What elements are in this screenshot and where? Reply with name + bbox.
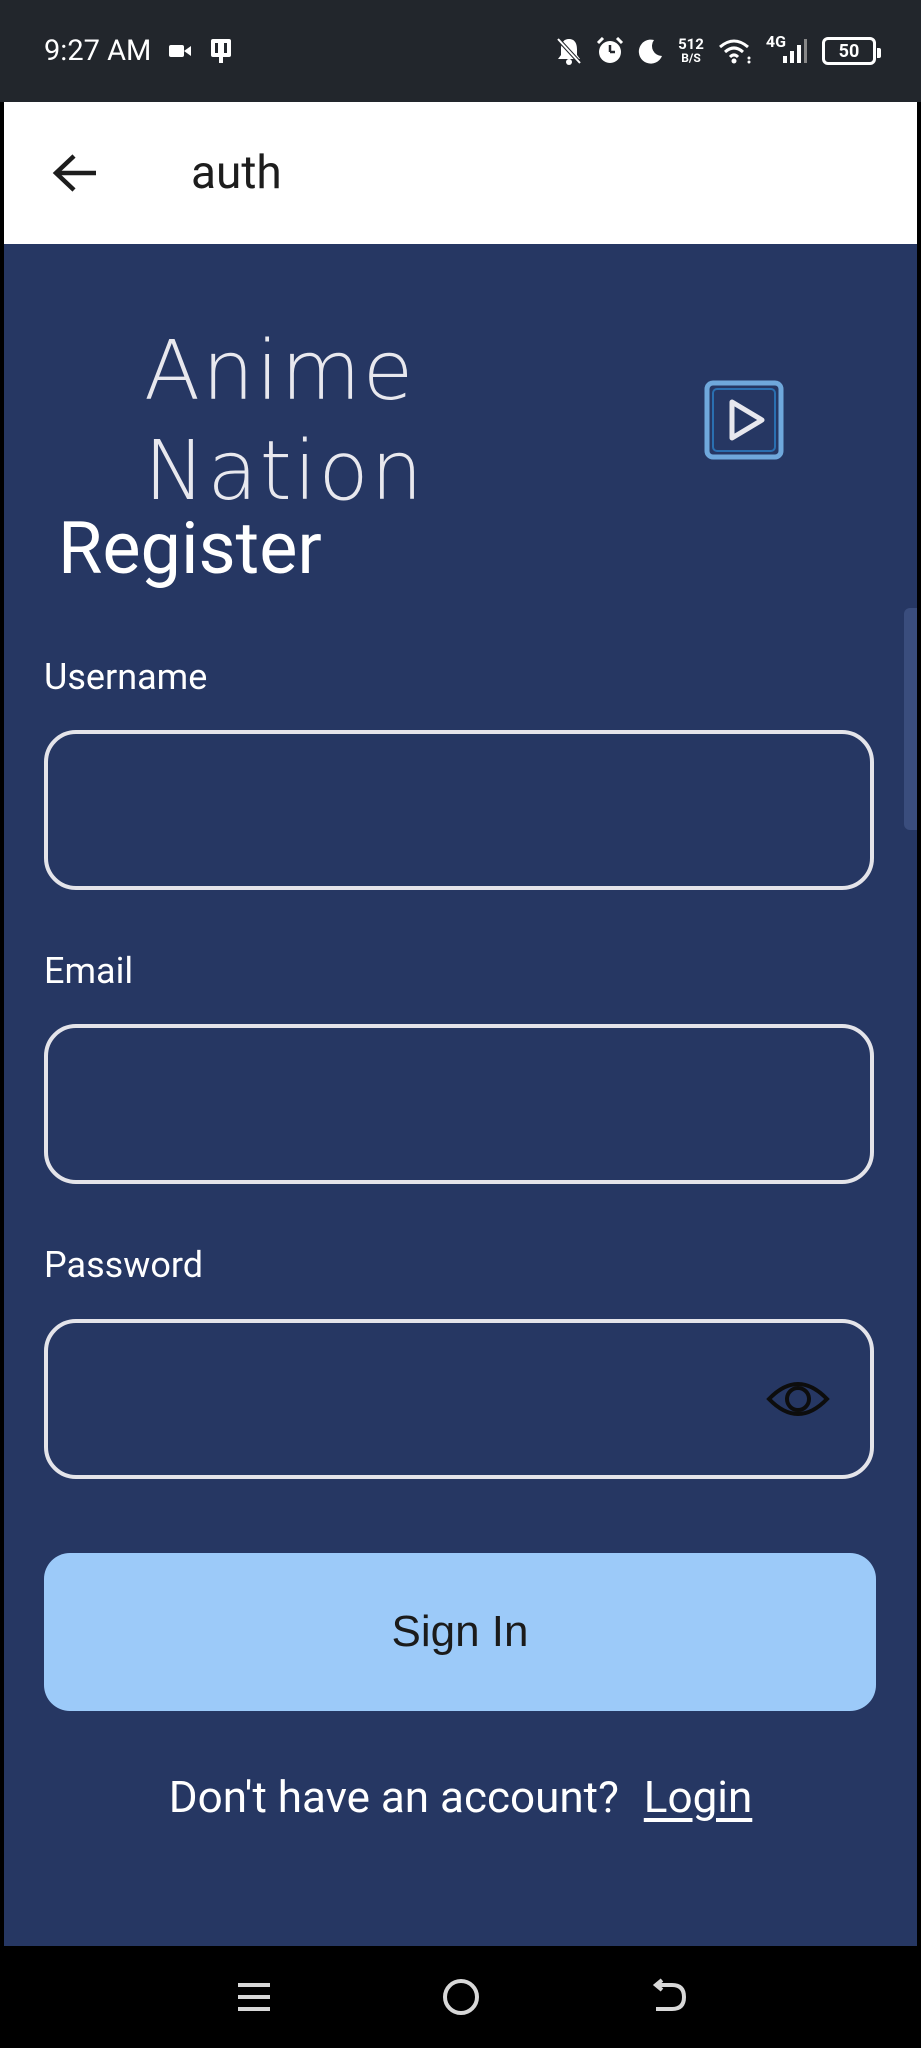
status-bar: 9:27 AM 512 B/S 4G 50 xyxy=(0,0,921,102)
status-left: 9:27 AM xyxy=(44,34,233,68)
signal-bars-icon xyxy=(782,38,808,64)
app-bar: auth xyxy=(4,102,917,244)
alarm-icon xyxy=(596,37,624,65)
home-circle-icon xyxy=(442,1979,479,2015)
moon-icon xyxy=(638,38,664,64)
recent-apps-button[interactable] xyxy=(214,1957,294,2037)
password-field[interactable] xyxy=(44,1319,874,1479)
status-right: 512 B/S 4G 50 xyxy=(556,32,881,66)
sign-in-button[interactable]: Sign In xyxy=(44,1553,876,1711)
back-nav-button[interactable] xyxy=(628,1957,708,2037)
back-nav-icon xyxy=(652,1978,686,2011)
username-label: Username xyxy=(44,656,208,698)
username-input[interactable] xyxy=(48,734,870,886)
scrollbar-thumb[interactable] xyxy=(904,608,917,830)
back-button[interactable] xyxy=(4,102,154,244)
screen-cast-icon xyxy=(209,38,233,64)
login-link[interactable]: Login xyxy=(644,1771,753,1823)
play-icon xyxy=(704,380,784,464)
eye-icon xyxy=(766,1382,830,1416)
network-speed-value: 512 xyxy=(678,35,704,53)
status-time: 9:27 AM xyxy=(44,34,152,68)
network-speed: 512 B/S xyxy=(678,35,704,66)
username-field[interactable] xyxy=(44,730,874,890)
logo-text: Anime Nation xyxy=(144,324,425,519)
toggle-password-visibility-button[interactable] xyxy=(766,1375,830,1423)
video-camera-icon xyxy=(169,43,192,59)
register-screen: Anime Nation Register Username Email Pas… xyxy=(4,244,917,1946)
email-field[interactable] xyxy=(44,1024,874,1184)
network-speed-unit: B/S xyxy=(681,51,701,65)
battery-indicator: 50 xyxy=(822,37,881,65)
wifi-icon xyxy=(718,38,752,64)
switch-auth-row: Don't have an account? Login xyxy=(4,1771,917,1823)
notifications-off-icon xyxy=(556,37,582,65)
email-label: Email xyxy=(44,950,134,992)
password-input[interactable] xyxy=(48,1323,870,1475)
arrow-left-icon xyxy=(52,153,98,193)
email-input[interactable] xyxy=(48,1028,870,1180)
brand-logo: Anime Nation xyxy=(144,324,784,519)
home-button[interactable] xyxy=(421,1957,501,2037)
cellular-signal: 4G xyxy=(766,32,808,64)
password-label: Password xyxy=(44,1244,204,1286)
switch-prompt: Don't have an account? xyxy=(168,1771,619,1823)
menu-icon xyxy=(237,1983,270,2011)
page-title: Register xyxy=(58,506,322,591)
system-nav-bar xyxy=(0,1946,921,2048)
app-bar-title: auth xyxy=(191,146,282,200)
